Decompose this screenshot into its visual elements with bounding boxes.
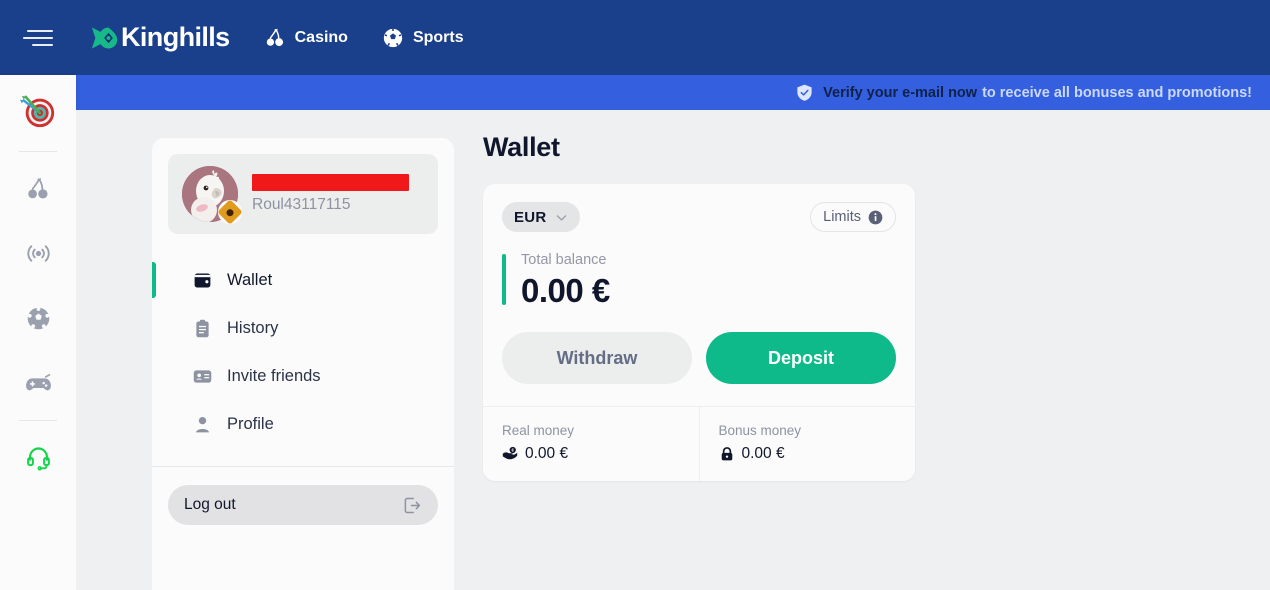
rail-item-sports[interactable] — [0, 286, 76, 351]
person-icon — [196, 416, 209, 432]
brand-logo[interactable]: Kinghills — [91, 22, 230, 53]
real-money-label: Real money — [502, 423, 575, 438]
id-card-icon — [193, 369, 212, 383]
shield-check-icon — [797, 84, 812, 101]
cherries-icon — [266, 28, 283, 46]
soccer-ball-icon — [27, 307, 49, 330]
info-icon — [868, 210, 883, 224]
banner-rest-text: to receive all bonuses and promotions! — [982, 84, 1252, 101]
hamburger-icon — [23, 28, 53, 48]
wallet-column: Wallet EUR Limits Total balance 0.00 € W… — [483, 132, 918, 481]
panel-divider — [152, 466, 454, 467]
rank-badge — [217, 199, 243, 225]
active-indicator — [152, 262, 156, 298]
balance-accent-bar — [502, 254, 506, 305]
chevron-down-icon — [556, 214, 566, 221]
wallet-breakdown: Real money € 0.00 € Bonus money 0.00 € — [483, 406, 915, 481]
limits-button[interactable]: Limits — [810, 202, 896, 232]
lock-icon — [721, 447, 732, 461]
rail-item-games[interactable] — [0, 351, 76, 416]
rail-item-support[interactable] — [0, 425, 76, 490]
main-content: Roul43117115 Wallet History Invite frien… — [76, 110, 1270, 590]
bonus-money-value: 0.00 € — [741, 445, 785, 462]
account-menu: Wallet History Invite friends Profile — [152, 256, 438, 448]
bonus-money-label: Bonus money — [718, 423, 802, 438]
nav-label-sports: Sports — [412, 28, 464, 46]
username: Roul43117115 — [252, 196, 351, 213]
top-header: Kinghills Casino Sports — [0, 0, 1270, 75]
rail-divider-bottom — [19, 420, 57, 421]
total-balance-label: Total balance — [521, 252, 607, 268]
display-name-redacted — [252, 174, 409, 191]
page-title: Wallet — [483, 132, 560, 162]
menu-item-wallet[interactable]: Wallet — [152, 256, 438, 304]
withdraw-button[interactable]: Withdraw — [502, 332, 692, 384]
bonus-money-cell: Bonus money 0.00 € — [698, 407, 916, 481]
logout-label: Log out — [184, 496, 236, 513]
real-money-value-row: € 0.00 € — [502, 445, 680, 463]
profile-card[interactable]: Roul43117115 — [168, 154, 438, 234]
menu-label-invite-friends: Invite friends — [227, 366, 321, 385]
bonus-money-value-row: 0.00 € — [719, 445, 897, 463]
menu-label-wallet: Wallet — [227, 270, 273, 289]
wallet-actions: Withdraw Deposit — [502, 332, 896, 384]
wallet-icon — [194, 273, 211, 287]
nav-label-casino: Casino — [294, 28, 348, 46]
wallet-card-top: EUR Limits Total balance 0.00 € Withdraw… — [483, 184, 915, 406]
header-nav: Kinghills Casino Sports — [76, 0, 464, 75]
total-balance: Total balance 0.00 € — [502, 252, 896, 310]
profile-text: Roul43117115 — [252, 174, 409, 214]
menu-label-history: History — [227, 318, 279, 337]
rail-divider-top — [19, 151, 57, 152]
menu-label-profile: Profile — [227, 414, 274, 433]
money-hand-icon: € — [502, 446, 518, 460]
currency-label: EUR — [514, 208, 547, 226]
dartboard-icon — [19, 95, 55, 128]
menu-item-invite-friends[interactable]: Invite friends — [168, 352, 438, 400]
menu-item-history[interactable]: History — [168, 304, 438, 352]
currency-selector[interactable]: EUR — [502, 202, 580, 232]
wallet-card: EUR Limits Total balance 0.00 € Withdraw… — [483, 184, 915, 481]
nav-item-casino[interactable]: Casino — [264, 27, 348, 49]
rank-badge-icon — [217, 199, 243, 225]
avatar[interactable] — [182, 166, 243, 225]
broadcast-icon — [26, 245, 50, 262]
kinghills-spade-logo-icon — [91, 27, 118, 48]
menu-item-profile[interactable]: Profile — [168, 400, 438, 448]
logout-button[interactable]: Log out — [168, 485, 438, 525]
gamepad-icon — [25, 373, 51, 391]
cherries-icon — [28, 177, 48, 199]
verify-email-banner[interactable]: Verify your e-mail now to receive all bo… — [76, 75, 1270, 110]
left-icon-rail — [0, 75, 76, 590]
account-panel: Roul43117115 Wallet History Invite frien… — [152, 138, 454, 590]
clipboard-icon — [196, 319, 209, 337]
limits-label: Limits — [823, 209, 861, 225]
rail-item-live-casino[interactable] — [0, 221, 76, 286]
headset-icon — [26, 447, 50, 471]
brand-name: Kinghills — [121, 22, 230, 52]
soccer-ball-icon — [383, 28, 403, 47]
rail-item-promotions[interactable] — [0, 75, 76, 147]
hamburger-menu-button[interactable] — [0, 0, 76, 75]
logout-icon — [404, 497, 421, 513]
banner-strong-text: Verify your e-mail now — [823, 84, 978, 101]
real-money-value: 0.00 € — [525, 445, 569, 462]
rail-item-casino[interactable] — [0, 156, 76, 221]
total-balance-value: 0.00 € — [521, 272, 610, 309]
nav-item-sports[interactable]: Sports — [382, 27, 464, 49]
real-money-cell: Real money € 0.00 € — [483, 407, 699, 481]
wallet-card-controls: EUR Limits — [502, 202, 896, 232]
deposit-button[interactable]: Deposit — [706, 332, 896, 384]
